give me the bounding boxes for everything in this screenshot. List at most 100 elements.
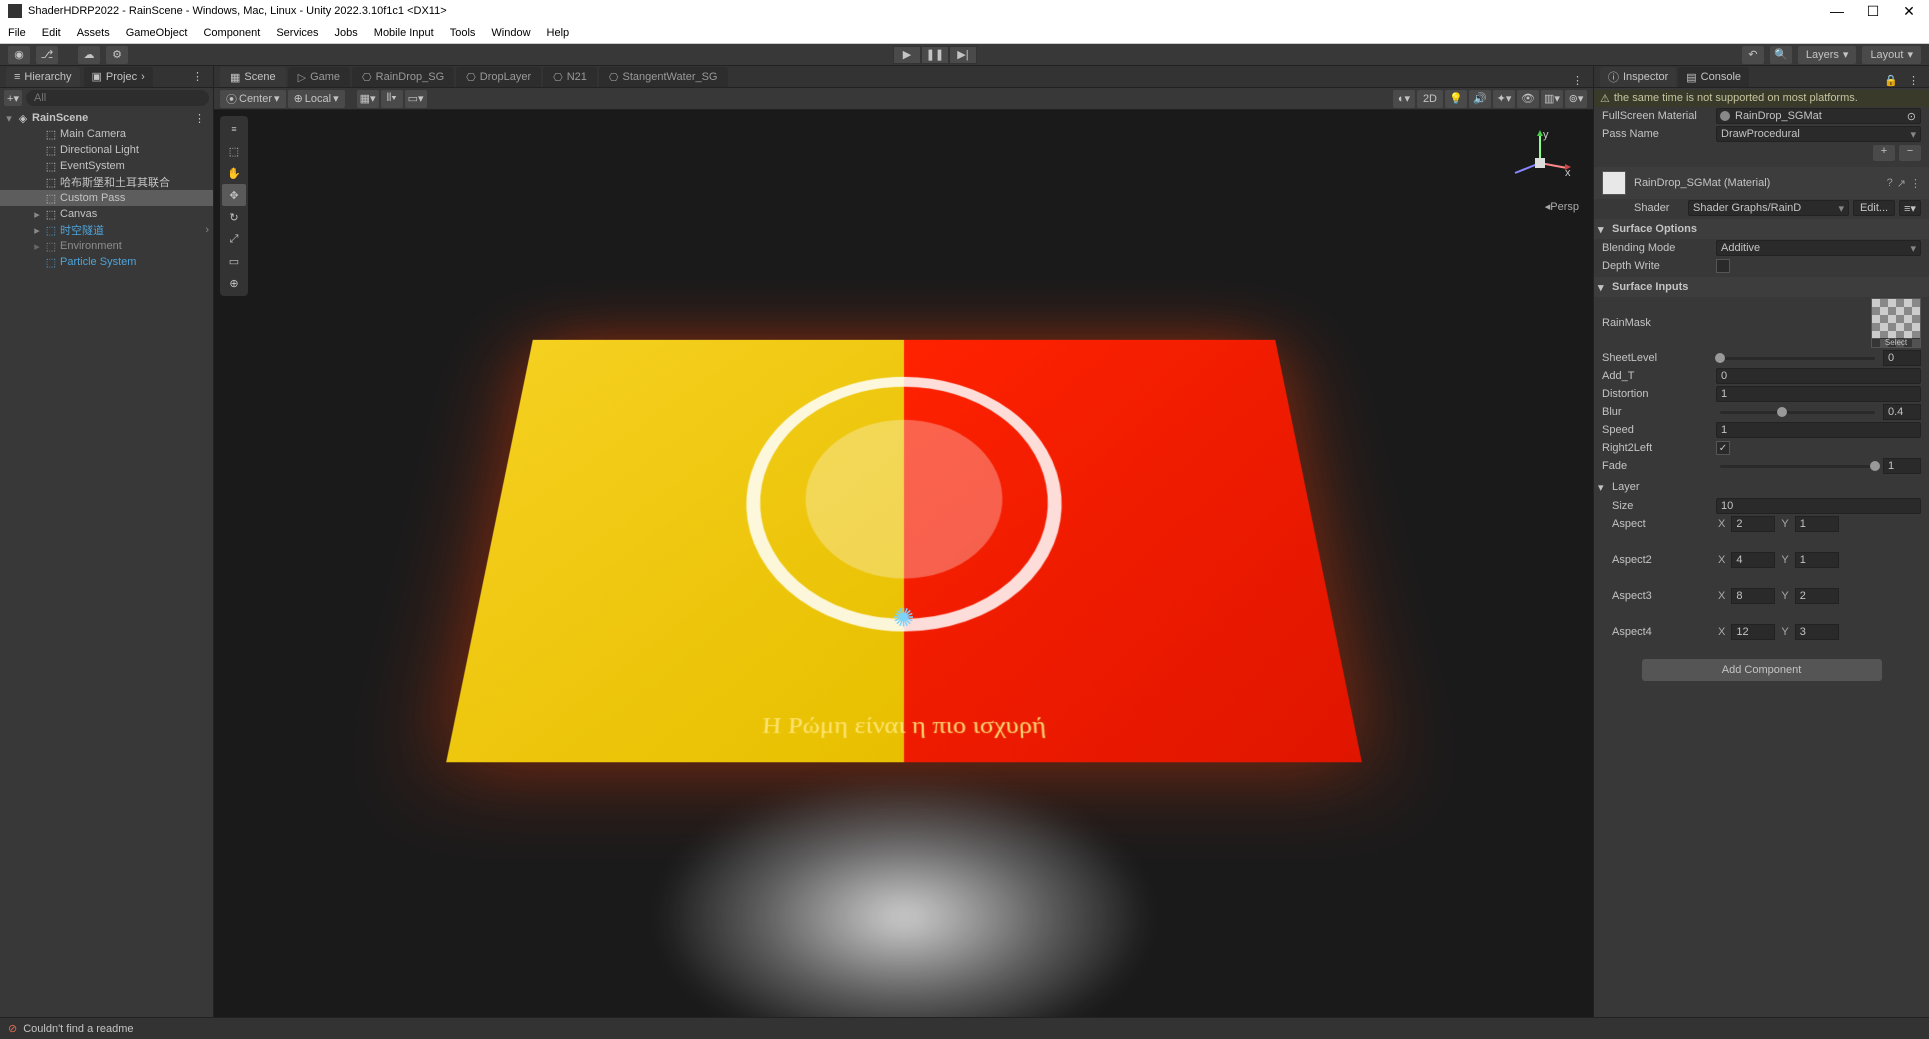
minimize-button[interactable]: —: [1825, 3, 1849, 20]
aspect-x-input[interactable]: 8: [1731, 588, 1775, 604]
menu-services[interactable]: Services: [276, 27, 318, 39]
layers-dropdown[interactable]: Layers▾: [1798, 46, 1857, 64]
hidden-icon[interactable]: 👁: [1517, 90, 1539, 108]
menu-edit[interactable]: Edit: [42, 27, 61, 39]
maximize-button[interactable]: ☐: [1861, 3, 1885, 20]
shader-menu-icon[interactable]: ≡▾: [1899, 200, 1921, 216]
pause-button[interactable]: ❚❚: [921, 46, 949, 64]
hierarchy-tab[interactable]: ≡ Hierarchy: [6, 67, 80, 87]
depth-write-checkbox[interactable]: [1716, 259, 1730, 273]
tab-scene[interactable]: ▦Scene: [220, 67, 286, 87]
aspect-y-input[interactable]: 1: [1795, 552, 1839, 568]
undo-history-icon[interactable]: ↶: [1742, 46, 1764, 64]
inspector-menu-icon[interactable]: ⋮: [1904, 74, 1923, 87]
material-header[interactable]: RainDrop_SGMat (Material) ? ↗ ⋮: [1594, 167, 1929, 199]
grid-visibility-icon[interactable]: ▭▾: [405, 90, 427, 108]
r2l-checkbox[interactable]: ✓: [1716, 441, 1730, 455]
menu-window[interactable]: Window: [491, 27, 530, 39]
tab-droplayer[interactable]: ⎔DropLayer: [456, 67, 541, 87]
mat-menu-icon[interactable]: ⋮: [1910, 177, 1921, 190]
rect-tool-icon[interactable]: ▭: [222, 250, 246, 272]
snap-increment-icon[interactable]: ⫴▾: [381, 90, 403, 108]
panel-menu-icon[interactable]: ⋮: [188, 70, 207, 83]
hierarchy-item[interactable]: ▸⬚Canvas: [0, 206, 213, 222]
tab-raindrop_sg[interactable]: ⎔RainDrop_SG: [352, 67, 454, 87]
settings-icon[interactable]: ⚙: [106, 46, 128, 64]
console-tab[interactable]: ▤ Console: [1678, 67, 1749, 87]
layout-dropdown[interactable]: Layout▾: [1862, 46, 1921, 64]
surface-options-header[interactable]: ▾ Surface Options: [1594, 219, 1929, 239]
orientation-gizmo[interactable]: y x: [1505, 128, 1575, 198]
add-pass-button[interactable]: +: [1873, 145, 1895, 161]
blur-value[interactable]: 0.4: [1883, 404, 1921, 420]
camera-icon[interactable]: ▥▾: [1541, 90, 1563, 108]
view-tool-icon[interactable]: ≡: [222, 118, 246, 140]
tabs-menu-icon[interactable]: ⋮: [1568, 74, 1587, 87]
hierarchy-item[interactable]: ▸⬚时空隧道›: [0, 222, 213, 238]
rotate-tool-icon[interactable]: ↻: [222, 206, 246, 228]
scene-menu-icon[interactable]: ⋮: [190, 112, 209, 125]
aspect-y-input[interactable]: 2: [1795, 588, 1839, 604]
scale-tool-icon[interactable]: ⤢: [222, 228, 246, 250]
grid-snap-icon[interactable]: ▦▾: [357, 90, 379, 108]
hierarchy-item[interactable]: ▸⬚Environment: [0, 238, 213, 254]
services-icon[interactable]: ⎇: [36, 46, 58, 64]
aspect-x-input[interactable]: 4: [1731, 552, 1775, 568]
search-icon[interactable]: 🔍: [1770, 46, 1792, 64]
tab-stangentwater_sg[interactable]: ⎔StangentWater_SG: [599, 67, 728, 87]
project-tab[interactable]: ▣ Projec ›: [84, 67, 153, 87]
addt-field[interactable]: 0: [1716, 368, 1921, 384]
tab-game[interactable]: ▷Game: [288, 67, 350, 87]
sheetlevel-slider[interactable]: [1720, 357, 1875, 360]
menu-file[interactable]: File: [8, 27, 26, 39]
hierarchy-search-input[interactable]: [26, 90, 209, 106]
hierarchy-item[interactable]: ⬚EventSystem: [0, 158, 213, 174]
blur-slider[interactable]: [1720, 411, 1875, 414]
shader-dropdown[interactable]: Shader Graphs/RainD: [1688, 200, 1849, 216]
menu-assets[interactable]: Assets: [77, 27, 110, 39]
object-picker-icon[interactable]: ⊙: [1907, 110, 1916, 123]
audio-icon[interactable]: 🔊: [1469, 90, 1491, 108]
sheetlevel-value[interactable]: 0: [1883, 350, 1921, 366]
hierarchy-item[interactable]: ⬚哈布斯堡和土耳其联合: [0, 174, 213, 190]
error-icon[interactable]: ⊘: [8, 1022, 17, 1035]
remove-pass-button[interactable]: −: [1899, 145, 1921, 161]
hierarchy-item[interactable]: ⬚Main Camera: [0, 126, 213, 142]
play-button[interactable]: ▶: [893, 46, 921, 64]
hierarchy-item[interactable]: ⬚Directional Light: [0, 142, 213, 158]
layer-header[interactable]: ▾ Layer: [1594, 477, 1929, 497]
scene-root[interactable]: ▾ ◈ RainScene ⋮: [0, 110, 213, 126]
menu-mobile-input[interactable]: Mobile Input: [374, 27, 434, 39]
menu-jobs[interactable]: Jobs: [335, 27, 358, 39]
local-toggle[interactable]: ⊕Local▾: [288, 90, 345, 108]
debug-draw-icon[interactable]: ◐▾: [1393, 90, 1415, 108]
edit-shader-button[interactable]: Edit...: [1853, 200, 1895, 216]
lighting-icon[interactable]: 💡: [1445, 90, 1467, 108]
surface-inputs-header[interactable]: ▾ Surface Inputs: [1594, 277, 1929, 297]
menu-help[interactable]: Help: [547, 27, 570, 39]
account-icon[interactable]: ◉: [8, 46, 30, 64]
preset-icon[interactable]: ↗: [1897, 177, 1906, 190]
aspect-x-input[interactable]: 12: [1731, 624, 1775, 640]
create-button[interactable]: +▾: [4, 90, 22, 106]
cloud-icon[interactable]: ☁: [78, 46, 100, 64]
move-tool-icon[interactable]: ✥: [222, 184, 246, 206]
rainmask-texture-slot[interactable]: [1871, 298, 1921, 348]
fx-icon[interactable]: ✦▾: [1493, 90, 1515, 108]
speed-field[interactable]: 1: [1716, 422, 1921, 438]
inspector-lock-icon[interactable]: 🔒: [1880, 74, 1902, 87]
gizmos-icon[interactable]: ⊚▾: [1565, 90, 1587, 108]
inspector-tab[interactable]: ⓘ Inspector: [1600, 67, 1676, 87]
menu-tools[interactable]: Tools: [450, 27, 476, 39]
2d-toggle[interactable]: 2D: [1417, 90, 1443, 108]
box-tool-icon[interactable]: ⬚: [222, 140, 246, 162]
pass-name-dropdown[interactable]: DrawProcedural: [1716, 126, 1921, 142]
transform-tool-icon[interactable]: ⊕: [222, 272, 246, 294]
aspect-x-input[interactable]: 2: [1731, 516, 1775, 532]
help-icon[interactable]: ?: [1887, 177, 1893, 190]
step-button[interactable]: ▶|: [949, 46, 977, 64]
fade-slider[interactable]: [1720, 465, 1875, 468]
aspect-y-input[interactable]: 1: [1795, 516, 1839, 532]
pivot-toggle[interactable]: ⦿Center▾: [220, 90, 286, 108]
menu-gameobject[interactable]: GameObject: [126, 27, 188, 39]
